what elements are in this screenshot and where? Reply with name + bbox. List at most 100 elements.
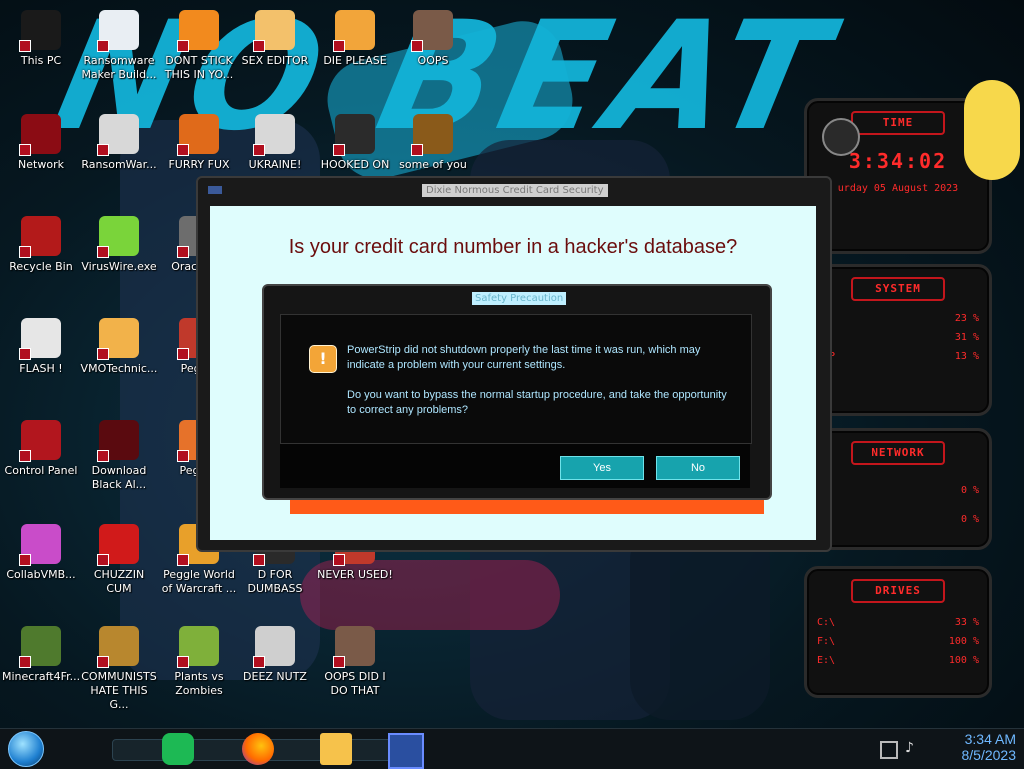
shortcut-arrow-icon (253, 656, 265, 668)
shortcut-arrow-icon (177, 144, 189, 156)
desktop-icon[interactable]: DEEZ NUTZ (236, 626, 314, 684)
desktop-icon-image (97, 420, 139, 462)
shortcut-arrow-icon (97, 450, 109, 462)
desktop-icon[interactable]: DIE PLEASE (316, 10, 394, 68)
desktop-icon-image (333, 10, 375, 52)
desktop-icon[interactable]: DONT STICK THIS IN YO... (160, 10, 238, 82)
taskbar: ♪ 3:34 AM 8/5/2023 (0, 728, 1024, 769)
network-gadget-rows: 0 % T0 % (807, 485, 989, 525)
desktop-icon-image (253, 114, 295, 156)
desktop-icon-label: This PC (20, 54, 62, 67)
desktop-icon-label: Peggle World of Warcraft ... (161, 568, 237, 595)
desktop-icon[interactable]: OOPS DID I DO THAT (316, 626, 394, 698)
shortcut-arrow-icon (19, 656, 31, 668)
desktop-icon[interactable]: This PC (2, 10, 80, 68)
desktop-icon-label: D FOR DUMBASS (247, 568, 303, 595)
drive-row: C:\ 33 % (817, 617, 979, 628)
drive-row: F:\ 100 % (817, 636, 979, 647)
clock-time: 3:34 AM (964, 731, 1016, 747)
shortcut-arrow-icon (333, 144, 345, 156)
desktop-icon-label: OOPS (417, 54, 449, 67)
desktop-icon[interactable]: VirusWire.exe (80, 216, 158, 274)
desktop-icon-label: OOPS DID I DO THAT (324, 670, 386, 697)
start-button[interactable] (8, 731, 44, 767)
credit-card-app-icon[interactable] (388, 733, 424, 769)
desktop-icon-image (177, 114, 219, 156)
desktop-icon[interactable]: FURRY FUX (160, 114, 238, 172)
desktop-icon-label: Plants vs Zombies (174, 670, 224, 697)
system-row: PU23 % (817, 313, 979, 324)
no-button[interactable]: No (656, 456, 740, 480)
volume-icon[interactable]: ♪ (905, 740, 919, 756)
drives-gadget-header: DRIVES (851, 579, 945, 603)
network-gadget: NETWORK 0 % T0 % (804, 428, 992, 550)
network-tray-icon[interactable] (880, 741, 898, 759)
system-gadget-header: SYSTEM (851, 277, 945, 301)
desktop-icon[interactable]: CHUZZIN CUM (80, 524, 158, 596)
desktop-icon[interactable]: UKRAINE! (236, 114, 314, 172)
firefox-icon[interactable] (242, 733, 274, 765)
desktop-icon-image (19, 626, 61, 668)
shortcut-arrow-icon (19, 144, 31, 156)
drives-gadget-rows: C:\ 33 % F:\ 100 % E:\ 100 % (807, 617, 989, 666)
desktop-icon-label: SEX EDITOR (241, 54, 309, 67)
shortcut-arrow-icon (177, 348, 189, 360)
desktop-icon-image (333, 114, 375, 156)
desktop-icon-image (97, 626, 139, 668)
shortcut-arrow-icon (97, 246, 109, 258)
desktop-icon-label: NEVER USED! (317, 568, 393, 581)
dialog-title: Safety Precaution (472, 292, 567, 305)
dialog-footer: Yes No (280, 444, 750, 488)
desktop-icon[interactable]: CollabVMB... (2, 524, 80, 582)
window-titlebar[interactable]: Dixie Normous Credit Card Security (198, 178, 830, 200)
time-gadget-header: TIME (851, 111, 945, 135)
spotify-icon[interactable] (162, 733, 194, 765)
desktop-icon[interactable]: VMOTechnic... (80, 318, 158, 376)
desktop-icon[interactable]: Control Panel (2, 420, 80, 478)
alien-logo-icon (822, 118, 860, 156)
shortcut-arrow-icon (19, 246, 31, 258)
desktop-icon[interactable]: Plants vs Zombies (160, 626, 238, 698)
desktop-icon[interactable]: SEX EDITOR (236, 10, 314, 68)
desktop-icon[interactable]: Download Black Al... (80, 420, 158, 492)
message-line-2: Do you want to bypass the normal startup… (347, 389, 727, 416)
desktop-icon-image (411, 114, 453, 156)
system-clock[interactable]: 3:34 AM 8/5/2023 (962, 729, 1017, 769)
desktop-icon-image (177, 626, 219, 668)
desktop-icon[interactable]: OOPS (394, 10, 472, 68)
desktop-icon[interactable]: HOOKED ON (316, 114, 394, 172)
desktop-icon-image (253, 10, 295, 52)
desktop-icon-image (97, 524, 139, 566)
shortcut-arrow-icon (333, 656, 345, 668)
desktop-icon[interactable]: Ransomware Maker Build... (80, 10, 158, 82)
shortcut-arrow-icon (177, 40, 189, 52)
desktop-icon[interactable]: Minecraft4Fr... (2, 626, 80, 684)
shortcut-arrow-icon (177, 246, 189, 258)
shortcut-arrow-icon (19, 450, 31, 462)
shortcut-arrow-icon (253, 40, 265, 52)
desktop-icon[interactable]: COMMUNISTS HATE THIS G... (80, 626, 158, 712)
desktop-icon-image (253, 626, 295, 668)
shortcut-arrow-icon (253, 144, 265, 156)
shortcut-arrow-icon (97, 554, 109, 566)
desktop-icon[interactable]: Recycle Bin (2, 216, 80, 274)
drive-row: E:\ 100 % (817, 655, 979, 666)
clock-date: 8/5/2023 (961, 747, 1017, 763)
cartoon-character-image (964, 80, 1020, 180)
desktop-icon-label: some of you (399, 158, 467, 171)
app-icon (208, 186, 222, 194)
desktop-icon-label: CollabVMB... (6, 568, 76, 581)
desktop-icon[interactable]: RansomWar... (80, 114, 158, 172)
desktop-icon-label: FURRY FUX (168, 158, 230, 171)
desktop-icon[interactable]: some of you (394, 114, 472, 172)
desktop-icon[interactable]: FLASH ! (2, 318, 80, 376)
desktop-icon-image (19, 318, 61, 360)
file-explorer-icon[interactable] (320, 733, 352, 765)
desktop-icon[interactable]: Network (2, 114, 80, 172)
desktop-icon-label: Ransomware Maker Build... (81, 54, 157, 81)
yes-button[interactable]: Yes (560, 456, 644, 480)
shortcut-arrow-icon (19, 554, 31, 566)
desktop-icon-label: HOOKED ON (320, 158, 390, 171)
desktop-icon-image (97, 318, 139, 360)
safety-precaution-dialog[interactable]: Safety Precaution ! PowerStrip did not s… (262, 284, 772, 500)
